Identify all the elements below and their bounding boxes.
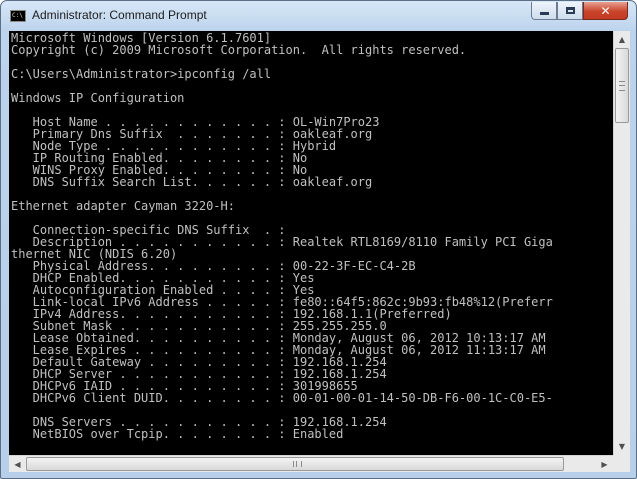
resize-corner[interactable]: [613, 455, 630, 472]
minimize-button[interactable]: [531, 2, 557, 20]
console-output-area[interactable]: Microsoft Windows [Version 6.1.7601] Cop…: [9, 31, 613, 455]
console-line: DNS Suffix Search List. . . . . . : oakl…: [11, 175, 373, 189]
scroll-right-arrow-icon: ▶: [601, 459, 608, 469]
thumb-grip-icon: [293, 461, 302, 467]
console-line: NetBIOS over Tcpip. . . . . . . . : Enab…: [11, 427, 344, 441]
close-icon: ✕: [600, 3, 611, 18]
console-line: DHCPv6 Client DUID. . . . . . . . : 00-0…: [11, 391, 553, 405]
scroll-right-button[interactable]: ▶: [596, 456, 613, 472]
scroll-up-arrow-icon: ▲: [618, 35, 626, 44]
horizontal-scrollbar[interactable]: ◀ ▶: [9, 455, 613, 472]
maximize-icon: [565, 7, 575, 14]
close-button[interactable]: ✕: [583, 2, 628, 20]
scroll-left-arrow-icon: ◀: [14, 459, 21, 469]
thumb-grip-icon: [619, 81, 625, 91]
horizontal-scroll-thumb[interactable]: [26, 457, 564, 471]
scroll-up-button[interactable]: ▲: [614, 31, 630, 48]
console-line: Windows IP Configuration: [11, 91, 185, 105]
scroll-down-button[interactable]: ▼: [614, 438, 630, 455]
console-line: Copyright (c) 2009 Microsoft Corporation…: [11, 43, 467, 57]
scroll-left-button[interactable]: ◀: [9, 456, 26, 472]
command-prompt-window: C:\ Administrator: Command Prompt ✕ Micr…: [0, 0, 637, 479]
cmd-icon[interactable]: C:\: [10, 10, 26, 22]
console-text: Microsoft Windows [Version 6.1.7601] Cop…: [11, 32, 553, 452]
window-title: Administrator: Command Prompt: [32, 8, 207, 22]
vertical-scrollbar[interactable]: ▲ ▼: [613, 31, 630, 455]
maximize-button[interactable]: [557, 2, 583, 20]
scroll-down-arrow-icon: ▼: [618, 442, 626, 451]
minimize-icon: [539, 12, 549, 15]
console-line: Ethernet adapter Cayman 3220-H:: [11, 199, 235, 213]
console-line: C:\Users\Administrator>ipconfig /all: [11, 67, 272, 81]
vertical-scroll-thumb[interactable]: [615, 48, 629, 123]
